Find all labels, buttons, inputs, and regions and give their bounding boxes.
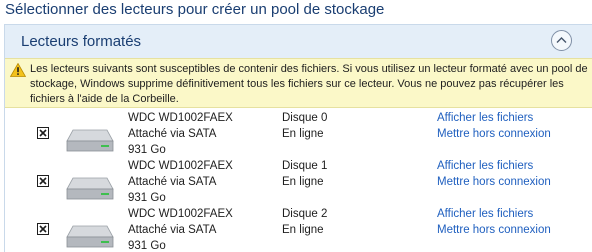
drive-model: WDC WD1002FAEX xyxy=(128,112,233,124)
drive-connection: Attaché via SATA xyxy=(128,224,217,236)
take-offline-link[interactable]: Mettre hors connexion xyxy=(437,174,551,190)
panel-header[interactable]: Lecteurs formatés xyxy=(5,25,592,58)
warning-text: Les lecteurs suivants sont susceptibles … xyxy=(30,63,588,105)
drive-connection: Attaché via SATA xyxy=(128,176,217,188)
formatted-drives-panel: Lecteurs formatés Les lecteurs suivants … xyxy=(4,24,592,252)
warning-banner: Les lecteurs suivants sont susceptibles … xyxy=(5,58,592,108)
drive-model: WDC WD1002FAEX xyxy=(128,208,233,220)
take-offline-link[interactable]: Mettre hors connexion xyxy=(437,222,551,238)
drive-row: WDC WD1002FAEX Attaché via SATA 931 Go D… xyxy=(5,110,592,158)
hard-drive-icon xyxy=(66,129,114,152)
drive-connection: Attaché via SATA xyxy=(128,128,217,140)
drive-status: En ligne xyxy=(282,128,324,140)
drive-row: WDC WD1002FAEX Attaché via SATA 931 Go D… xyxy=(5,206,592,252)
hard-drive-icon xyxy=(66,177,114,200)
drive-capacity: 931 Go xyxy=(128,240,166,252)
take-offline-link[interactable]: Mettre hors connexion xyxy=(437,126,551,142)
collapse-button[interactable] xyxy=(551,30,572,51)
chevron-up-icon xyxy=(556,37,567,43)
drive-checkbox[interactable] xyxy=(37,223,49,235)
panel-title: Lecteurs formatés xyxy=(21,33,142,50)
drive-checkbox[interactable] xyxy=(37,127,49,139)
drive-status: En ligne xyxy=(282,176,324,188)
drive-status: En ligne xyxy=(282,224,324,236)
check-mark-icon xyxy=(39,225,47,233)
drive-disk-number: Disque 1 xyxy=(282,160,328,172)
page-title: Sélectionner des lecteurs pour créer un … xyxy=(5,1,385,18)
check-mark-icon xyxy=(39,177,47,185)
hard-drive-icon xyxy=(66,225,114,248)
warning-icon xyxy=(10,63,26,77)
drive-capacity: 931 Go xyxy=(128,192,166,204)
check-mark-icon xyxy=(39,129,47,137)
show-files-link[interactable]: Afficher les fichiers xyxy=(437,206,533,222)
show-files-link[interactable]: Afficher les fichiers xyxy=(437,110,533,126)
drive-disk-number: Disque 2 xyxy=(282,208,328,220)
drive-checkbox[interactable] xyxy=(37,175,49,187)
show-files-link[interactable]: Afficher les fichiers xyxy=(437,158,533,174)
drive-model: WDC WD1002FAEX xyxy=(128,160,233,172)
drive-disk-number: Disque 0 xyxy=(282,112,328,124)
drive-capacity: 931 Go xyxy=(128,144,166,156)
drive-row: WDC WD1002FAEX Attaché via SATA 931 Go D… xyxy=(5,158,592,206)
